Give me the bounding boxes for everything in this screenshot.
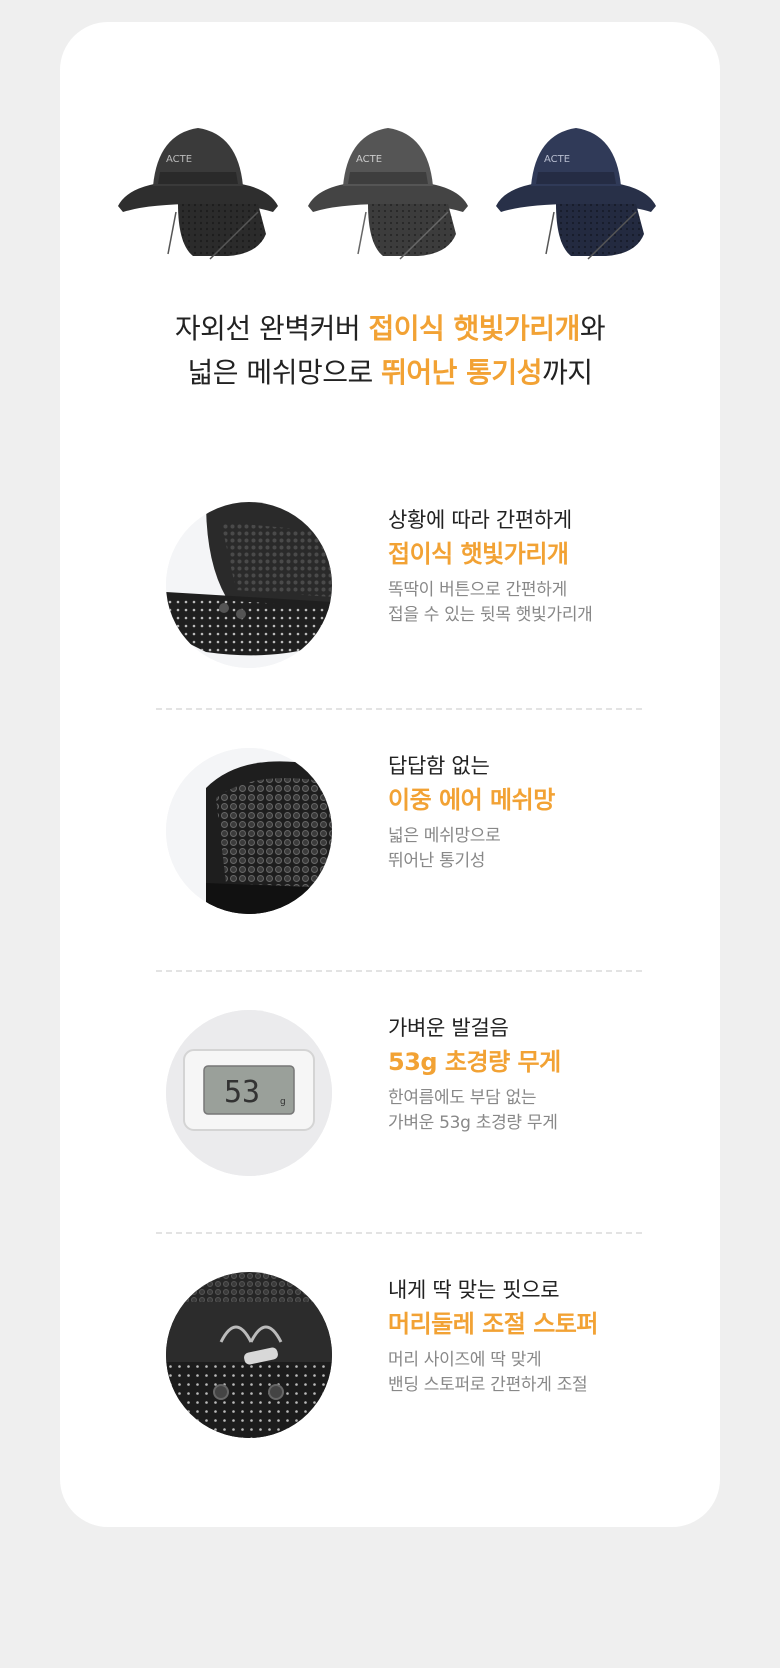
feature-lightweight: 53 g 가벼운 발걸음 53g 초경량 무게 한여름에도 부담 없는 가벼운 …	[60, 1000, 720, 1200]
dashed-divider	[156, 1232, 642, 1234]
air-mesh-photo	[166, 748, 332, 914]
feature-subtitle: 가벼운 발걸음	[388, 1016, 509, 1040]
feature-title: 머리둘레 조절 스토퍼	[388, 1310, 598, 1338]
dashed-divider	[156, 970, 642, 972]
headline-highlight-1: 접이식 햇빛가리개	[368, 312, 581, 345]
hat-gray: ACTE	[308, 128, 468, 260]
headline: 자외선 완벽커버 접이식 햇빛가리개와 넓은 메쉬망으로 뛰어난 통기성까지	[60, 307, 720, 395]
brand-logo-text: ACTE	[544, 154, 570, 165]
scale-reading: 53	[224, 1075, 260, 1110]
scale-photo: 53 g	[166, 1010, 332, 1176]
size-stopper-photo	[166, 1272, 332, 1438]
headline-highlight-2: 뛰어난 통기성	[381, 356, 542, 389]
feature-title: 53g 초경량 무게	[388, 1048, 561, 1076]
feature-description: 한여름에도 부담 없는 가벼운 53g 초경량 무게	[388, 1088, 558, 1133]
feature-description: 똑딱이 버튼으로 간편하게 접을 수 있는 뒷목 햇빛가리개	[388, 580, 593, 625]
headline-line-1: 자외선 완벽커버 접이식 햇빛가리개와	[174, 312, 606, 345]
hat-black: ACTE	[118, 128, 278, 260]
scale-unit: g	[280, 1097, 286, 1107]
feature-description: 머리 사이즈에 딱 맞게 밴딩 스토퍼로 간편하게 조절	[388, 1350, 588, 1395]
dashed-divider	[156, 708, 642, 710]
feature-foldable-sunshade: 상황에 따라 간편하게 접이식 햇빛가리개 똑딱이 버튼으로 간편하게 접을 수…	[60, 492, 720, 692]
hat-navy: ACTE	[496, 128, 656, 260]
hat-color-variants-image: ACTE ACTE ACTE	[118, 128, 656, 260]
feature-size-stopper: 내게 딱 맞는 핏으로 머리둘레 조절 스토퍼 머리 사이즈에 딱 맞게 밴딩 …	[60, 1262, 720, 1462]
headline-line-2: 넓은 메쉬망으로 뛰어난 통기성까지	[187, 356, 593, 389]
feature-subtitle: 상황에 따라 간편하게	[388, 508, 572, 532]
feature-title: 접이식 햇빛가리개	[388, 540, 569, 568]
brand-logo-text: ACTE	[356, 154, 382, 165]
feature-description: 넓은 메쉬망으로 뛰어난 통기성	[388, 826, 501, 871]
product-detail-card: ACTE ACTE ACTE 자외선 완벽커버 접이식 햇빛가리개와 넓은 메쉬…	[60, 22, 720, 1527]
brand-logo-text: ACTE	[166, 154, 192, 165]
feature-title: 이중 에어 메쉬망	[388, 786, 555, 814]
feature-subtitle: 내게 딱 맞는 핏으로	[388, 1278, 560, 1302]
feature-subtitle: 답답함 없는	[388, 754, 490, 778]
foldable-sunshade-photo	[166, 502, 332, 668]
feature-air-mesh: 답답함 없는 이중 에어 메쉬망 넓은 메쉬망으로 뛰어난 통기성	[60, 738, 720, 938]
